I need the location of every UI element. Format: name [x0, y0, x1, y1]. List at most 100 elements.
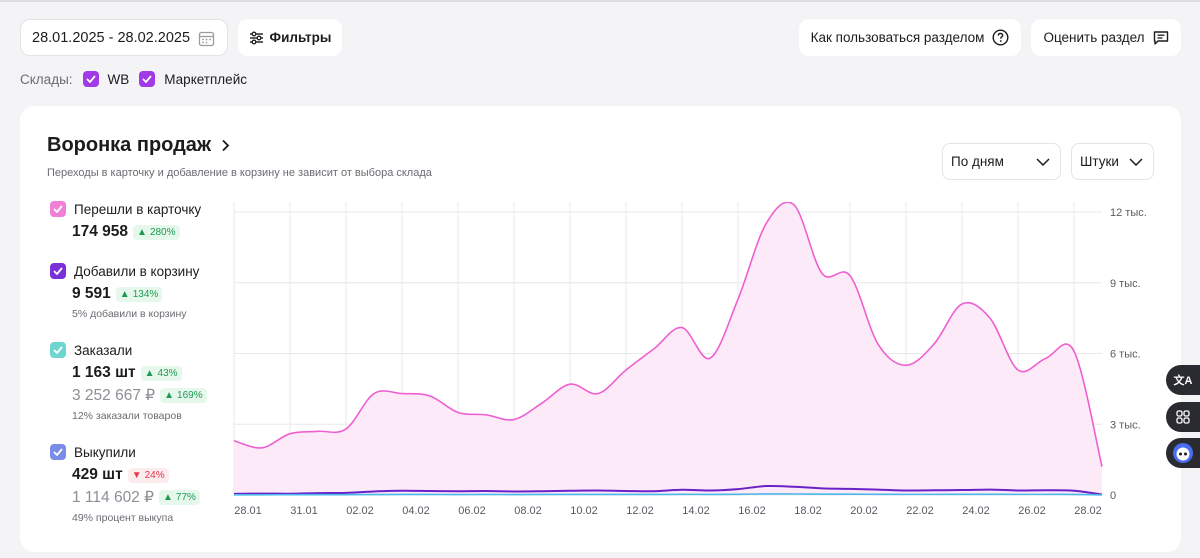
x-tick-label: 12.02 — [626, 505, 654, 517]
warehouse-marketplace-label: Маркетплейс — [164, 71, 247, 87]
warehouses-filter: Склады: WB Маркетплейс — [20, 69, 257, 89]
change-value: 43% — [157, 367, 178, 379]
metric-note: 5% добавили в корзину — [72, 308, 187, 320]
chevron-right-icon — [222, 139, 230, 152]
warehouse-wb-label: WB — [107, 71, 130, 87]
filters-button[interactable]: Фильтры — [238, 19, 342, 56]
funnel-title: Воронка продаж — [47, 134, 212, 156]
rate-section-button[interactable]: Оценить раздел — [1031, 19, 1181, 56]
change-badge: ▼ 24% — [127, 467, 169, 483]
x-tick-label: 16.02 — [738, 505, 766, 517]
checkbox-checked-icon — [50, 342, 66, 358]
unit-select-value: Штуки — [1080, 154, 1119, 169]
calendar-icon — [198, 31, 215, 47]
change-value: 280% — [149, 226, 176, 238]
arrow-up-icon: ▲ — [119, 288, 130, 300]
change-badge: ▲ 77% — [158, 490, 200, 505]
assistant-face-icon — [1173, 443, 1193, 463]
metric-cart-toggle[interactable]: Добавили в корзину — [50, 263, 240, 279]
period-select[interactable]: По дням — [942, 143, 1061, 180]
checkbox-checked-icon — [50, 444, 66, 460]
metric-value: 1 163 шт — [72, 364, 136, 381]
change-badge: ▲ 134% — [115, 286, 163, 302]
apps-grid-icon — [1176, 410, 1190, 424]
howto-button[interactable]: Как пользоваться разделом — [799, 19, 1021, 56]
x-tick-label: 08.02 — [514, 505, 542, 517]
funnel-title-link[interactable]: Воронка продаж — [47, 134, 230, 157]
change-badge: ▲ 280% — [133, 224, 180, 240]
translate-button[interactable]: 文A — [1166, 365, 1200, 395]
metric-clicks: Перешли в карточку 174 958 ▲ 280% — [50, 201, 240, 241]
howto-label: Как пользоваться разделом — [810, 30, 985, 45]
x-tick-label: 20.02 — [850, 505, 878, 517]
metric-label: Перешли в карточку — [74, 201, 202, 217]
metric-value-secondary: 3 252 667 ₽ — [72, 387, 156, 404]
warehouses-label: Склады: — [20, 71, 73, 87]
x-tick-label: 06.02 — [458, 505, 486, 517]
x-tick-label: 26.02 — [1018, 505, 1046, 517]
x-tick-label: 14.02 — [682, 505, 710, 517]
metric-clicks-toggle[interactable]: Перешли в карточку — [50, 201, 240, 217]
metric-note: 49% процент выкупа — [72, 512, 174, 524]
metric-label: Выкупили — [74, 444, 136, 460]
date-range-picker[interactable]: 28.01.2025 - 28.02.2025 — [20, 19, 228, 56]
filters-label: Фильтры — [269, 30, 332, 45]
x-tick-label: 04.02 — [402, 505, 430, 517]
apps-button[interactable] — [1166, 402, 1200, 432]
x-tick-label: 24.02 — [962, 505, 990, 517]
date-range-value: 28.01.2025 - 28.02.2025 — [32, 29, 191, 46]
metric-value: 429 шт — [72, 466, 123, 483]
x-tick-label: 10.02 — [570, 505, 598, 517]
y-tick-label: 9 тыс. — [1110, 278, 1141, 290]
metric-label: Заказали — [74, 342, 133, 358]
change-value: 134% — [132, 288, 159, 300]
metric-buyouts: Выкупили 429 шт ▼ 24% 1 114 602 ₽ ▲ 77% 49… — [50, 444, 240, 524]
arrow-up-icon: ▲ — [164, 390, 175, 401]
rate-label: Оценить раздел — [1043, 30, 1145, 45]
period-select-value: По дням — [951, 154, 1004, 169]
translate-icon: 文A — [1173, 375, 1193, 387]
x-tick-label: 28.02 — [1074, 505, 1102, 517]
assistant-button[interactable] — [1166, 438, 1200, 468]
change-value: 77% — [175, 492, 196, 503]
checkbox-checked-icon — [50, 263, 66, 279]
metric-orders-toggle[interactable]: Заказали — [50, 342, 240, 358]
checkbox-checked-icon — [82, 71, 99, 87]
metric-note: 12% заказали товаров — [72, 410, 182, 422]
metric-value: 9 591 — [72, 285, 111, 302]
arrow-up-icon: ▲ — [162, 492, 173, 503]
funnel-chart: 0 3 тыс. 6 тыс. 9 тыс. 12 тыс. 28.01 31.01 02.0… — [233, 202, 1147, 517]
funnel-subtitle: Переходы в карточку и добавление в корзи… — [47, 167, 432, 179]
change-value: 169% — [177, 390, 203, 401]
x-tick-label: 31.01 — [290, 505, 318, 517]
sales-funnel-card: Воронка продаж Переходы в карточку и доб… — [20, 106, 1181, 552]
chevron-down-icon — [1036, 157, 1050, 166]
warehouse-marketplace-checkbox[interactable]: Маркетплейс — [139, 71, 247, 87]
metric-value-secondary: 1 114 602 ₽ — [72, 489, 154, 506]
arrow-down-icon: ▼ — [131, 469, 142, 481]
chevron-down-icon — [1129, 157, 1143, 166]
metric-buyouts-toggle[interactable]: Выкупили — [50, 444, 240, 460]
change-badge: ▲ 43% — [140, 365, 182, 381]
x-tick-label: 02.02 — [346, 505, 374, 517]
filters-icon — [249, 31, 263, 44]
x-tick-label: 28.01 — [234, 505, 262, 517]
arrow-up-icon: ▲ — [144, 367, 155, 379]
top-border — [0, 0, 1200, 2]
arrow-up-icon: ▲ — [137, 226, 147, 238]
unit-select[interactable]: Штуки — [1071, 143, 1154, 180]
series-area-fill — [234, 202, 1102, 495]
change-value: 24% — [144, 469, 165, 481]
series-line — [233, 493, 1103, 496]
y-tick-label: 0 — [1110, 490, 1116, 502]
x-tick-label: 18.02 — [794, 505, 822, 517]
metric-cart: Добавили в корзину 9 591 ▲ 134% 5% добави… — [50, 263, 240, 320]
metric-orders: Заказали 1 163 шт ▲ 43% 3 252 667 ₽ ▲ 169%… — [50, 342, 240, 422]
warehouse-wb-checkbox[interactable]: WB — [82, 71, 130, 87]
metric-label: Добавили в корзину — [74, 263, 200, 279]
checkbox-checked-icon — [139, 71, 156, 87]
y-tick-label: 6 тыс. — [1110, 349, 1141, 361]
x-tick-label: 22.02 — [906, 505, 934, 517]
y-tick-label: 3 тыс. — [1110, 419, 1141, 431]
metric-value: 174 958 — [72, 223, 129, 240]
